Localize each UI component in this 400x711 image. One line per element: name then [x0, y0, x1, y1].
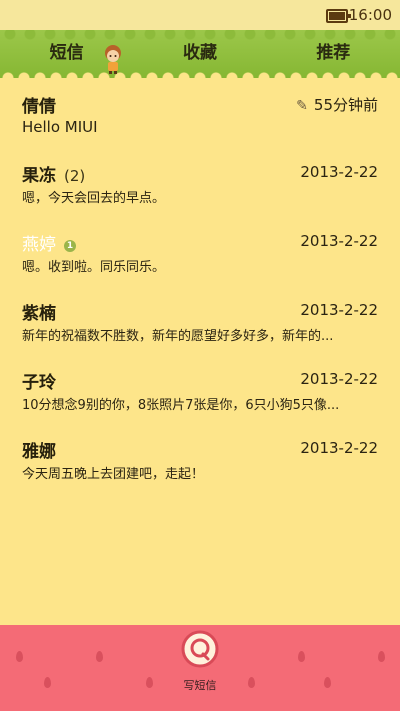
conversation-item[interactable]: 果冻 (2) 2013-2-22 嗯，今天会回去的早点。: [0, 153, 400, 222]
message-preview: 10分想念9别的你，8张照片7张是你，6只小狗5只像...: [22, 398, 340, 413]
conversation-list: 倩倩 ✎ 55分钟前 Hello MIUI 果冻 (2) 2013-2-22 嗯，今…: [0, 84, 400, 498]
pencil-icon: ✎: [296, 98, 308, 114]
message-preview: 新年的祝福数不胜数，新年的愿望好多好多，新年的...: [22, 329, 334, 344]
contact-name: 果冻 (2): [22, 161, 85, 186]
contact-name: 子玲: [22, 373, 56, 393]
message-preview: 嗯。收到啦。同乐同乐。: [22, 260, 166, 275]
message-time: ✎ 55分钟前: [296, 94, 378, 115]
seed-decoration: [96, 651, 103, 662]
message-date: 2013-2-22: [300, 439, 378, 457]
seed-decoration: [298, 651, 305, 662]
conversation-item[interactable]: 雅娜 2013-2-22 今天周五晚上去团建吧，走起！: [0, 429, 400, 498]
message-date: 2013-2-22: [300, 232, 378, 250]
message-time-text: 55分钟前: [313, 96, 378, 114]
contact-name: 倩倩: [22, 97, 56, 117]
tab-favorites[interactable]: 收藏: [133, 30, 266, 76]
message-date: 2013-2-22: [300, 370, 378, 388]
message-date: 2013-2-22: [300, 163, 378, 181]
conversation-item[interactable]: 倩倩 ✎ 55分钟前 Hello MIUI: [0, 84, 400, 153]
tab-bar: 短信 收藏 推荐: [0, 30, 400, 76]
conversation-item[interactable]: 燕婷 1 2013-2-22 嗯。收到啦。同乐同乐。: [0, 222, 400, 291]
message-preview: 今天周五晚上去团建吧，走起！: [22, 467, 205, 482]
contact-name: 燕婷 1: [22, 230, 76, 255]
contact-name-text: 果冻: [22, 166, 56, 186]
battery-icon: [326, 9, 351, 23]
conversation-item[interactable]: 紫楠 2013-2-22 新年的祝福数不胜数，新年的愿望好多好多，新年的...: [0, 291, 400, 360]
tab-recommended[interactable]: 推荐: [267, 30, 400, 76]
message-preview: 嗯，今天会回去的早点。: [22, 191, 166, 206]
status-time: 16:00: [348, 6, 392, 24]
mascot-icon: [105, 45, 121, 74]
contact-name: 雅娜: [22, 442, 56, 462]
contact-name-text: 燕婷: [22, 235, 56, 255]
message-date: 2013-2-22: [300, 301, 378, 319]
compose-message-icon[interactable]: [181, 630, 219, 668]
message-preview: Hello MIUI: [22, 118, 98, 136]
message-count: (2): [64, 167, 86, 185]
contact-name: 紫楠: [22, 304, 56, 324]
seed-decoration: [16, 651, 23, 662]
unread-badge: 1: [64, 240, 76, 252]
status-bar: 16:00: [0, 0, 400, 30]
compose-label[interactable]: 写短信: [0, 677, 400, 693]
conversation-item[interactable]: 子玲 2013-2-22 10分想念9别的你，8张照片7张是你，6只小狗5只像.…: [0, 360, 400, 429]
seed-decoration: [378, 651, 385, 662]
